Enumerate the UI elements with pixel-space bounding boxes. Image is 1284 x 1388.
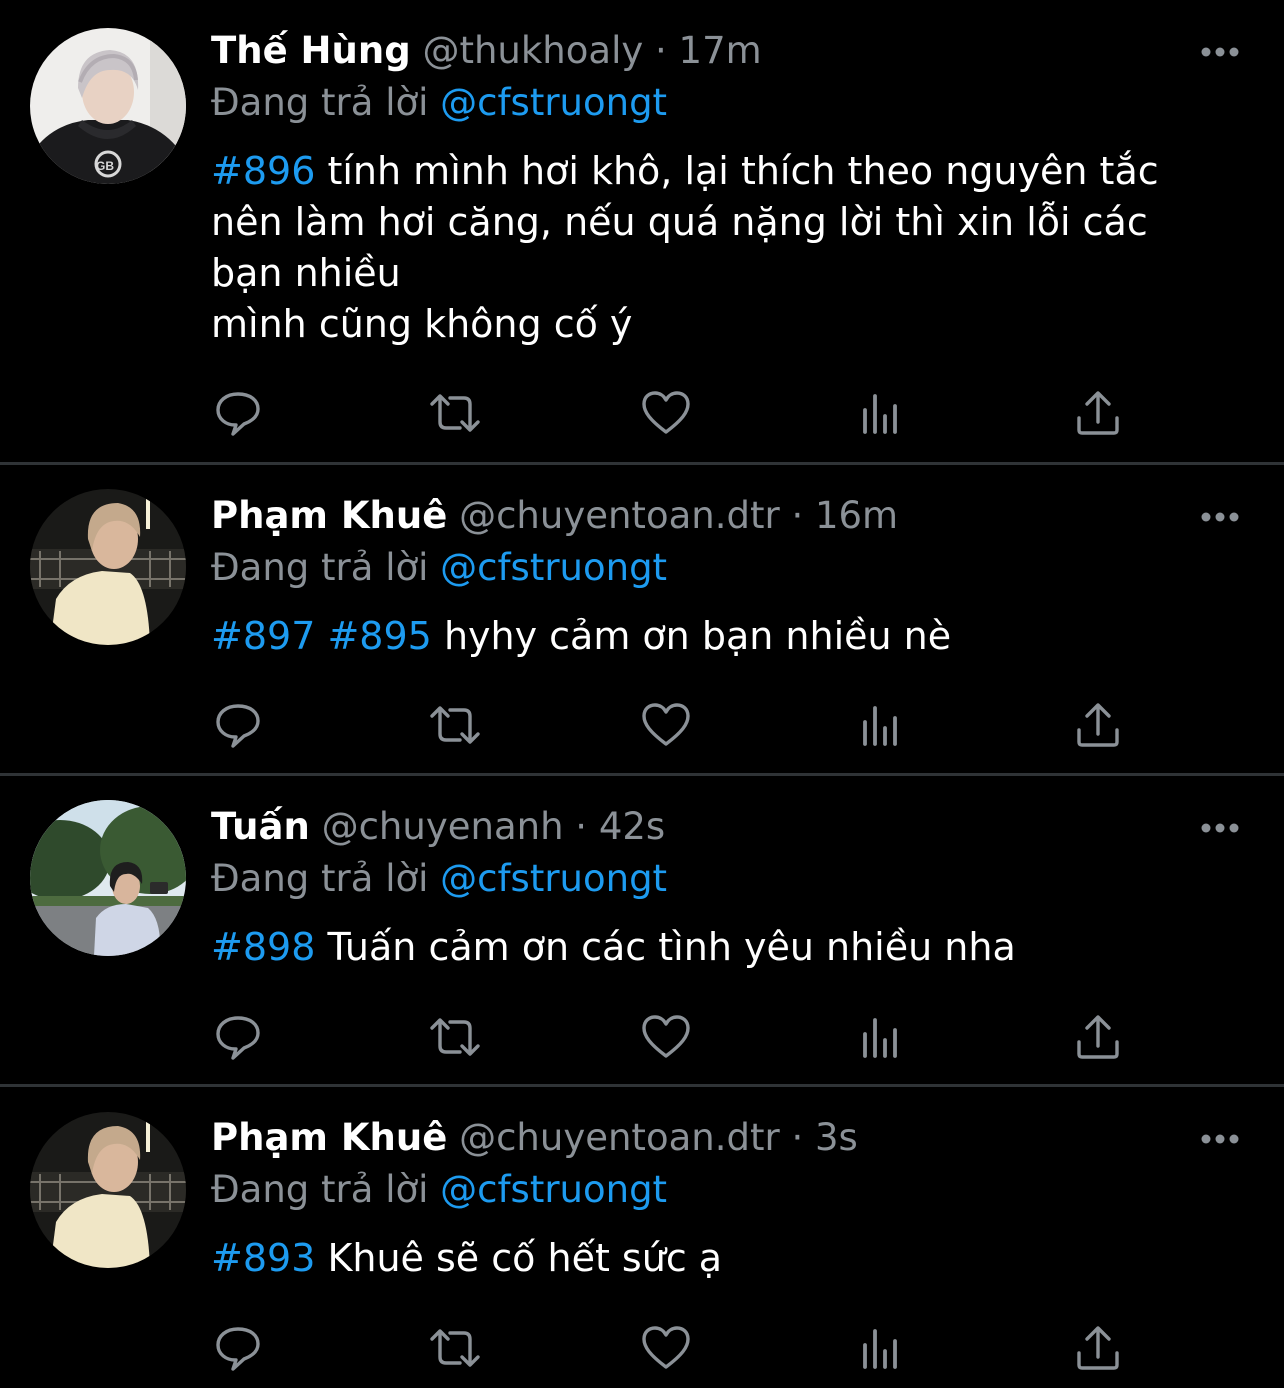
like-icon[interactable] [641, 700, 691, 750]
analytics-icon[interactable] [858, 700, 908, 750]
hashtag-link[interactable]: #897 [211, 614, 315, 658]
reply-context: Đang trả lời @cfstruongt [211, 78, 667, 128]
action-bar [213, 1323, 1133, 1373]
display-name[interactable]: Phạm Khuê [211, 1116, 447, 1159]
hashtag-link[interactable]: #896 [211, 149, 315, 193]
retweet-icon[interactable] [427, 700, 483, 750]
reply-prefix: Đang trả lời [211, 81, 429, 124]
text-line: nên làm hơi căng, nếu quá nặng lời thì x… [211, 200, 1148, 244]
action-bar [213, 1012, 1133, 1062]
share-icon[interactable] [1073, 1012, 1123, 1062]
avatar[interactable]: GB [30, 28, 186, 184]
timestamp[interactable]: 17m [679, 29, 762, 72]
avatar[interactable] [30, 800, 186, 956]
avatar[interactable] [30, 489, 186, 645]
user-handle[interactable]: @chuyenanh [322, 805, 564, 848]
more-options-icon[interactable] [1198, 507, 1242, 527]
analytics-icon[interactable] [858, 1012, 908, 1062]
like-icon[interactable] [641, 1012, 691, 1062]
hashtag-link[interactable]: #895 [327, 614, 431, 658]
timestamp[interactable]: 3s [815, 1116, 858, 1159]
tweet-header: Phạm Khuê @chuyentoan.dtr · 16m [211, 491, 898, 541]
svg-text:GB: GB [96, 159, 114, 173]
action-bar [213, 700, 1133, 750]
reply-context: Đang trả lời @cfstruongt [211, 1165, 667, 1215]
tweet-header: Phạm Khuê @chuyentoan.dtr · 3s [211, 1113, 858, 1163]
tweet[interactable]: GB Thế Hùng @thukhoaly · 17m Đang trả lờ… [0, 0, 1284, 462]
text-line: Tuấn cảm ơn các tình yêu nhiều nha [327, 925, 1016, 969]
more-options-icon[interactable] [1198, 42, 1242, 62]
more-options-icon[interactable] [1198, 1129, 1242, 1149]
separator: · [575, 805, 588, 848]
analytics-icon[interactable] [858, 388, 908, 438]
text-line: tính mình hơi khô, lại thích theo nguyên… [327, 149, 1159, 193]
reply-icon[interactable] [213, 388, 263, 438]
share-icon[interactable] [1073, 700, 1123, 750]
share-icon[interactable] [1073, 1323, 1123, 1373]
text-line: hyhy cảm ơn bạn nhiều nè [443, 614, 952, 658]
mention-link[interactable]: @cfstruongt [440, 857, 667, 900]
like-icon[interactable] [641, 388, 691, 438]
reply-icon[interactable] [213, 1012, 263, 1062]
separator: · [655, 29, 667, 72]
tweet-text: #897 #895 hyhy cảm ơn bạn nhiều nè [211, 611, 1231, 662]
reply-context: Đang trả lời @cfstruongt [211, 543, 667, 593]
mention-link[interactable]: @cfstruongt [440, 81, 667, 124]
action-bar [213, 388, 1133, 438]
timestamp[interactable]: 16m [815, 494, 898, 537]
analytics-icon[interactable] [858, 1323, 908, 1373]
reply-prefix: Đang trả lời [211, 1168, 429, 1211]
retweet-icon[interactable] [427, 1323, 483, 1373]
like-icon[interactable] [641, 1323, 691, 1373]
reply-prefix: Đang trả lời [211, 857, 429, 900]
reply-icon[interactable] [213, 700, 263, 750]
reply-icon[interactable] [213, 1323, 263, 1373]
text-line: mình cũng không cố ý [211, 302, 633, 346]
more-options-icon[interactable] [1198, 818, 1242, 838]
text-line: Khuê sẽ cố hết sức ạ [327, 1236, 723, 1280]
display-name[interactable]: Thế Hùng [211, 29, 411, 72]
tweet[interactable]: Tuấn @chuyenanh · 42s Đang trả lời @cfst… [0, 776, 1284, 1084]
user-handle[interactable]: @thukhoaly [422, 29, 643, 72]
tweet-text: #893 Khuê sẽ cố hết sức ạ [211, 1233, 1231, 1284]
reply-context: Đang trả lời @cfstruongt [211, 854, 667, 904]
tweet-header: Tuấn @chuyenanh · 42s [211, 802, 665, 852]
retweet-icon[interactable] [427, 1012, 483, 1062]
reply-prefix: Đang trả lời [211, 546, 429, 589]
retweet-icon[interactable] [427, 388, 483, 438]
user-handle[interactable]: @chuyentoan.dtr [459, 1116, 780, 1159]
avatar[interactable] [30, 1112, 186, 1268]
separator: · [791, 1116, 804, 1159]
display-name[interactable]: Phạm Khuê [211, 494, 447, 537]
tweet[interactable]: Phạm Khuê @chuyentoan.dtr · 16m Đang trả… [0, 465, 1284, 773]
hashtag-link[interactable]: #898 [211, 925, 315, 969]
timestamp[interactable]: 42s [599, 805, 665, 848]
tweet-text: #898 Tuấn cảm ơn các tình yêu nhiều nha [211, 922, 1231, 973]
share-icon[interactable] [1073, 388, 1123, 438]
text-line: bạn nhiều [211, 251, 401, 295]
hashtag-link[interactable]: #893 [211, 1236, 315, 1280]
tweet-text: #896 tính mình hơi khô, lại thích theo n… [211, 146, 1231, 350]
separator: · [791, 494, 804, 537]
user-handle[interactable]: @chuyentoan.dtr [459, 494, 780, 537]
mention-link[interactable]: @cfstruongt [440, 546, 667, 589]
mention-link[interactable]: @cfstruongt [440, 1168, 667, 1211]
tweet-header: Thế Hùng @thukhoaly · 17m [211, 26, 762, 76]
tweet[interactable]: Phạm Khuê @chuyentoan.dtr · 3s Đang trả … [0, 1087, 1284, 1388]
display-name[interactable]: Tuấn [211, 805, 310, 848]
